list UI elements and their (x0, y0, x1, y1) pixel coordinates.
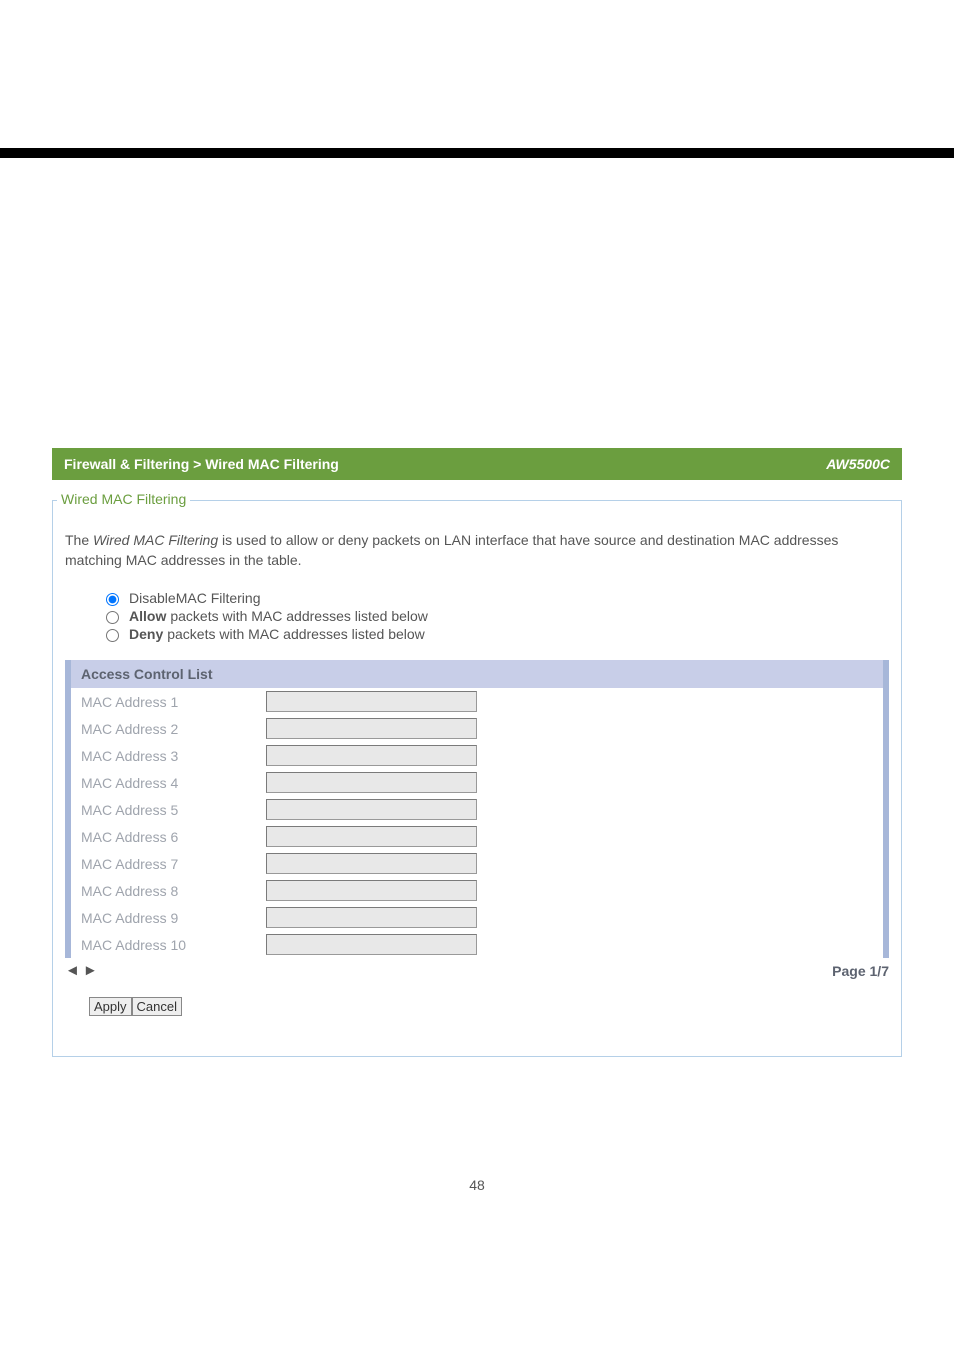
radio-allow-row[interactable]: Allow packets with MAC addresses listed … (101, 608, 901, 624)
mac-address-input[interactable] (266, 799, 477, 820)
mac-address-input[interactable] (266, 934, 477, 955)
radio-disable-label: DisableMAC Filtering (129, 590, 260, 606)
apply-button[interactable]: Apply (89, 997, 132, 1016)
filtering-mode-radios: DisableMAC Filtering Allow packets with … (101, 590, 901, 642)
pager: ◄► Page 1/7 (65, 962, 889, 979)
mac-address-input[interactable] (266, 826, 477, 847)
radio-allow-bold: Allow (129, 608, 166, 624)
model-label: AW5500C (826, 456, 890, 472)
acl-row-label: MAC Address 8 (81, 883, 266, 899)
acl-row: MAC Address 7 (71, 850, 883, 877)
acl-row: MAC Address 10 (71, 931, 883, 958)
breadcrumb: Firewall & Filtering > Wired MAC Filteri… (64, 456, 339, 472)
pager-page-label: Page 1/7 (832, 963, 889, 979)
desc-italic: Wired MAC Filtering (93, 532, 218, 548)
radio-deny-row[interactable]: Deny packets with MAC addresses listed b… (101, 626, 901, 642)
acl-row: MAC Address 8 (71, 877, 883, 904)
radio-deny-bold: Deny (129, 626, 163, 642)
mac-address-input[interactable] (266, 718, 477, 739)
fieldset-legend: Wired MAC Filtering (57, 491, 190, 507)
acl-row: MAC Address 3 (71, 742, 883, 769)
cancel-button[interactable]: Cancel (132, 997, 182, 1016)
mac-address-input[interactable] (266, 880, 477, 901)
acl-row-label: MAC Address 4 (81, 775, 266, 791)
pager-next-icon[interactable]: ► (83, 962, 101, 979)
acl-row: MAC Address 9 (71, 904, 883, 931)
desc-prefix: The (65, 532, 93, 548)
doc-page-number: 48 (0, 1177, 954, 1193)
mac-address-input[interactable] (266, 772, 477, 793)
radio-allow[interactable] (106, 611, 119, 624)
acl-row: MAC Address 5 (71, 796, 883, 823)
acl-header: Access Control List (71, 660, 883, 688)
acl-row-label: MAC Address 7 (81, 856, 266, 872)
radio-disable[interactable] (106, 593, 119, 606)
top-divider (0, 148, 954, 158)
acl-row: MAC Address 2 (71, 715, 883, 742)
acl-row: MAC Address 6 (71, 823, 883, 850)
acl-row: MAC Address 1 (71, 688, 883, 715)
action-buttons: ApplyCancel (89, 997, 889, 1016)
radio-deny-rest: packets with MAC addresses listed below (167, 626, 425, 642)
acl-row-label: MAC Address 10 (81, 937, 266, 953)
acl-table: Access Control List MAC Address 1 MAC Add… (65, 660, 889, 958)
acl-row-label: MAC Address 9 (81, 910, 266, 926)
acl-row-label: MAC Address 5 (81, 802, 266, 818)
mac-address-input[interactable] (266, 907, 477, 928)
acl-row-label: MAC Address 2 (81, 721, 266, 737)
acl-row-label: MAC Address 1 (81, 694, 266, 710)
pager-arrows: ◄► (65, 962, 101, 979)
mac-address-input[interactable] (266, 691, 477, 712)
mac-address-input[interactable] (266, 853, 477, 874)
acl-row-label: MAC Address 3 (81, 748, 266, 764)
acl-row: MAC Address 4 (71, 769, 883, 796)
wired-mac-filtering-fieldset: Wired MAC Filtering The Wired MAC Filter… (52, 500, 902, 1057)
radio-deny[interactable] (106, 629, 119, 642)
mac-address-input[interactable] (266, 745, 477, 766)
radio-disable-row[interactable]: DisableMAC Filtering (101, 590, 901, 606)
page-header: Firewall & Filtering > Wired MAC Filteri… (52, 448, 902, 480)
description-text: The Wired MAC Filtering is used to allow… (65, 531, 889, 570)
radio-allow-rest: packets with MAC addresses listed below (170, 608, 428, 624)
pager-prev-icon[interactable]: ◄ (65, 962, 83, 979)
acl-row-label: MAC Address 6 (81, 829, 266, 845)
